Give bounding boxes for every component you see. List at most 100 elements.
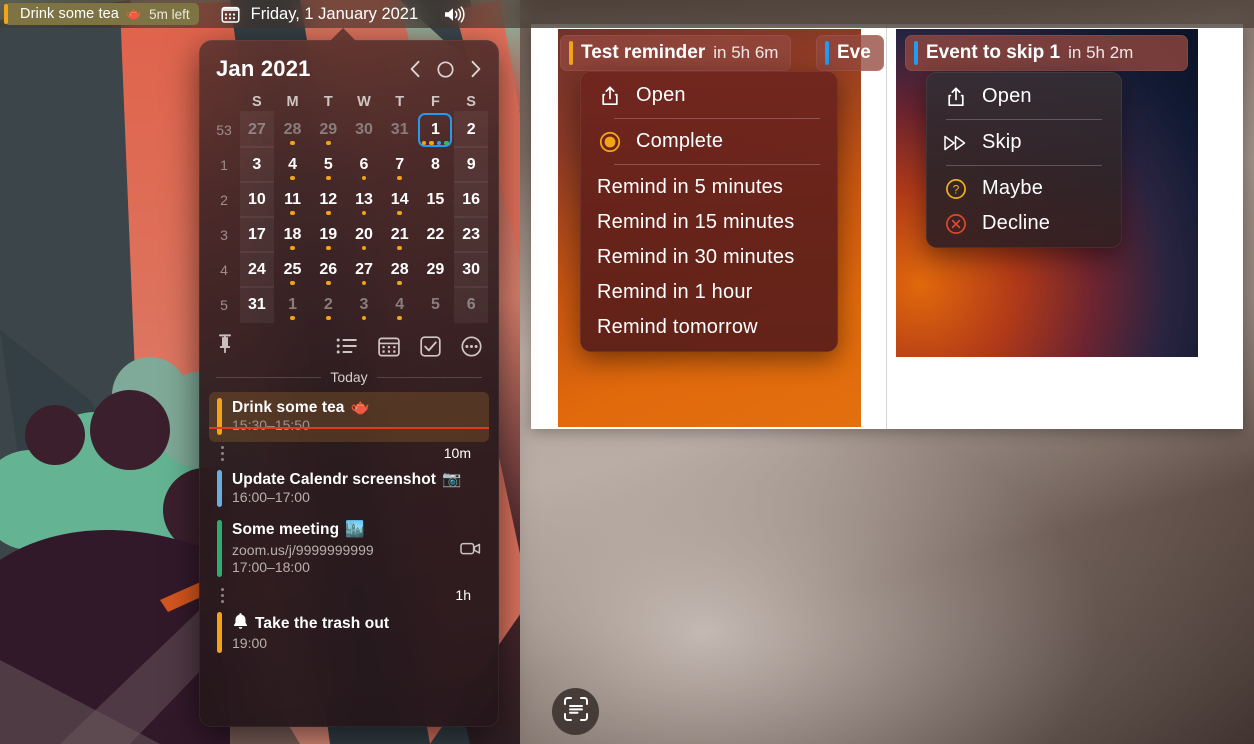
menu-item-decline-label: Decline bbox=[982, 212, 1051, 234]
calendar-day-dots bbox=[326, 280, 331, 285]
calendar-day-cell[interactable]: 14 bbox=[382, 182, 418, 217]
live-text-scan-button[interactable] bbox=[552, 688, 599, 735]
menu-item-maybe[interactable]: ? Maybe bbox=[926, 171, 1122, 206]
calendar-day-cell[interactable]: 4 bbox=[275, 147, 311, 182]
calendar-day-cell[interactable]: 17 bbox=[239, 216, 275, 253]
calendar-day-cell[interactable]: 12 bbox=[310, 182, 346, 217]
menubar-event-item[interactable]: Drink some tea 🫖 5m left bbox=[4, 3, 199, 25]
menu-item-remind-tomorrow[interactable]: Remind tomorrow bbox=[580, 310, 838, 345]
calendar-day-cell[interactable]: 27 bbox=[346, 252, 382, 287]
circle-icon[interactable] bbox=[437, 60, 454, 78]
event-list-item[interactable]: Drink some tea 🫖 15:30–15:50 bbox=[209, 392, 489, 442]
menu-item-open[interactable]: Open bbox=[580, 78, 838, 113]
calendar-day-dots bbox=[361, 315, 367, 320]
calendar-day-cell[interactable]: 13 bbox=[346, 182, 382, 217]
menu-item-remind-15m[interactable]: Remind in 15 minutes bbox=[580, 205, 838, 240]
menu-item-remind-5m[interactable]: Remind in 5 minutes bbox=[580, 170, 838, 205]
calendar-day-cell[interactable]: 31 bbox=[382, 112, 418, 147]
calendar-day-cell[interactable]: 3 bbox=[346, 287, 382, 322]
calendar-grid[interactable]: 53 27 28 29 30 31 1 2 1 3 4 5 6 7 8 9 2 10 11 12 13 14 15 16 3 17… bbox=[199, 111, 499, 323]
calendar-day-dots bbox=[290, 245, 295, 250]
calendar-day-cell[interactable]: 4 bbox=[382, 287, 418, 322]
calendar-day-number: 13 bbox=[355, 190, 373, 208]
calendar-day-cell[interactable]: 22 bbox=[418, 217, 454, 252]
calendar-day-number: 25 bbox=[283, 260, 302, 278]
calendar-day-cell[interactable]: 28 bbox=[382, 252, 418, 287]
chevron-left-icon[interactable] bbox=[409, 60, 422, 78]
calendar-day-cell[interactable]: 6 bbox=[346, 147, 382, 182]
calendar-day-cell[interactable]: 21 bbox=[382, 217, 418, 252]
menubar-date[interactable]: Friday, 1 January 2021 bbox=[251, 5, 419, 24]
calendar-day-cell[interactable]: 5 bbox=[310, 147, 346, 182]
calendar-day-cell[interactable]: 18 bbox=[275, 217, 311, 252]
popover-arrow bbox=[330, 28, 356, 41]
calendar-day-cell[interactable]: 30 bbox=[346, 112, 382, 147]
calendar-day-cell[interactable]: 15 bbox=[418, 182, 454, 217]
calendar-day-cell[interactable]: 9 bbox=[453, 146, 489, 183]
checkbox-icon[interactable] bbox=[420, 335, 441, 357]
calendar-day-cell[interactable]: 2 bbox=[453, 111, 489, 148]
pin-icon[interactable] bbox=[216, 333, 234, 359]
event-link[interactable]: zoom.us/j/9999999999 bbox=[232, 542, 374, 558]
menu-bar: Drink some tea 🫖 5m left Friday, 1 Janua… bbox=[0, 0, 1254, 28]
event-pill[interactable]: Event to skip 1 in 5h 2m bbox=[905, 35, 1188, 71]
calendar-day-cell[interactable]: 1 bbox=[275, 287, 311, 322]
calendar-day-cell[interactable]: 11 bbox=[275, 182, 311, 217]
menu-separator bbox=[946, 119, 1102, 120]
menu-item-remind-1h[interactable]: Remind in 1 hour bbox=[580, 275, 838, 310]
calendar-day-cell[interactable]: 7 bbox=[382, 147, 418, 182]
calendar-day-cell[interactable]: 6 bbox=[453, 286, 489, 323]
calendar-icon[interactable] bbox=[221, 5, 240, 24]
calendar-day-number: 26 bbox=[319, 260, 338, 278]
weekday-fri: F bbox=[430, 94, 440, 110]
menu-item-open-label: Open bbox=[636, 84, 686, 106]
ellipsis-circle-icon[interactable] bbox=[461, 335, 482, 357]
calendar-day-dots bbox=[361, 245, 367, 250]
calendar-day-cell[interactable]: 20 bbox=[346, 217, 382, 252]
calendar-day-cell[interactable]: 29 bbox=[310, 112, 346, 147]
calendar-day-cell[interactable]: 8 bbox=[418, 147, 454, 182]
list-icon[interactable] bbox=[336, 337, 358, 355]
calendar-day-number: 5 bbox=[323, 155, 333, 173]
calendar-event-dot bbox=[397, 245, 402, 250]
calendar-day-cell[interactable]: 2 bbox=[310, 287, 346, 322]
menu-item-decline[interactable]: Decline bbox=[926, 206, 1122, 241]
share-up-icon bbox=[943, 86, 969, 108]
volume-icon[interactable] bbox=[442, 5, 468, 24]
calendar-day-cell[interactable]: 25 bbox=[275, 252, 311, 287]
calendar-day-cell[interactable]: 28 bbox=[275, 112, 311, 147]
calendar-day-cell[interactable]: 27 bbox=[239, 111, 275, 148]
menu-item-complete[interactable]: Complete bbox=[580, 124, 838, 159]
calendar-day-cell[interactable]: 29 bbox=[418, 252, 454, 287]
event-list-item[interactable]: Update Calendr screenshot 📷 16:00–17:00 bbox=[209, 464, 489, 514]
event-link-row[interactable]: zoom.us/j/9999999999 bbox=[232, 541, 481, 559]
reminder-list-item[interactable]: Take the trash out 19:00 bbox=[209, 606, 489, 660]
calendar-day-cell[interactable]: 23 bbox=[453, 216, 489, 253]
calendar-day-dots bbox=[290, 280, 295, 285]
calendar-day-cell[interactable]: 3 bbox=[239, 146, 275, 183]
event-list-item[interactable]: Some meeting 🏙️ zoom.us/j/9999999999 17:… bbox=[209, 514, 489, 584]
calendar-day-cell[interactable]: 24 bbox=[239, 251, 275, 288]
calendar-day-cell[interactable]: 30 bbox=[453, 251, 489, 288]
calendar-day-cell[interactable]: 26 bbox=[310, 252, 346, 287]
week-number: 53 bbox=[216, 121, 232, 138]
reminder-pill[interactable]: Test reminder in 5h 6m bbox=[560, 35, 792, 71]
event-pill-secondary[interactable]: Eve bbox=[816, 35, 884, 71]
video-camera-icon[interactable] bbox=[460, 541, 481, 559]
calendar-day-cell[interactable]: 31 bbox=[239, 286, 275, 323]
calendar-day-cell[interactable]: 1 bbox=[418, 112, 454, 147]
calendar-day-number: 28 bbox=[283, 120, 302, 138]
menu-item-open[interactable]: Open bbox=[926, 79, 1122, 114]
calendar-day-cell[interactable]: 10 bbox=[239, 181, 275, 218]
svg-text:?: ? bbox=[953, 182, 960, 196]
calendar-event-dot bbox=[326, 245, 331, 250]
menu-item-skip[interactable]: Skip bbox=[926, 125, 1122, 160]
calendar-day-cell[interactable]: 5 bbox=[418, 287, 454, 322]
reminder-color-bar bbox=[217, 612, 222, 653]
calendar-day-cell[interactable]: 16 bbox=[453, 181, 489, 218]
calendar-day-number: 11 bbox=[284, 190, 302, 208]
chevron-right-icon[interactable] bbox=[469, 60, 482, 78]
menu-item-remind-30m[interactable]: Remind in 30 minutes bbox=[580, 240, 838, 275]
calendar-day-cell[interactable]: 19 bbox=[310, 217, 346, 252]
calendar-icon[interactable] bbox=[378, 336, 400, 357]
